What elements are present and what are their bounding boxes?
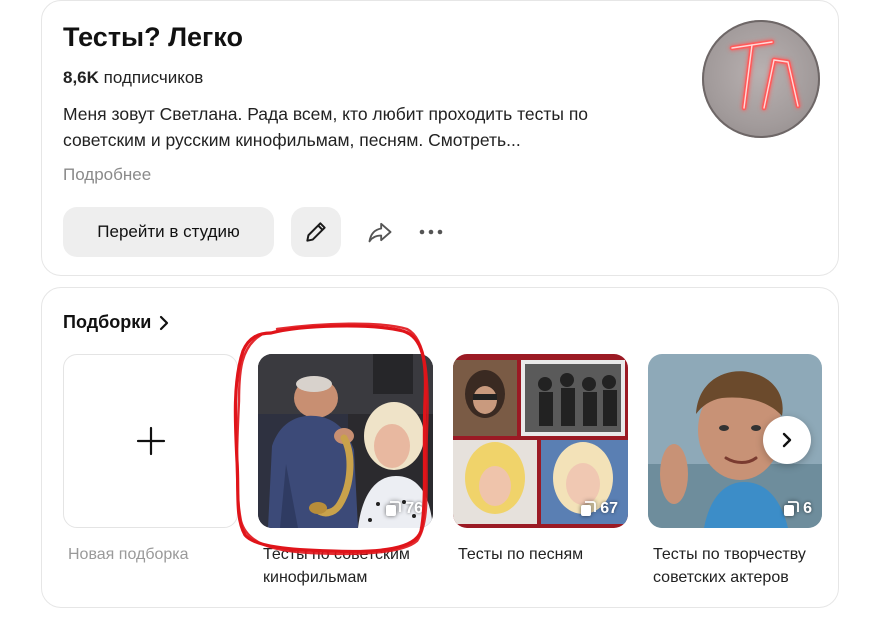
share-arrow-icon (368, 222, 392, 243)
count-badge: 67 (580, 500, 618, 518)
collection-thumb-songs[interactable]: 67 (453, 354, 628, 528)
new-collection-button[interactable] (63, 354, 238, 528)
more-dots-icon (419, 229, 443, 235)
avatar-logo (729, 39, 801, 111)
pencil-icon (306, 222, 326, 242)
collection-stack-icon (784, 501, 799, 516)
collection-label[interactable]: Тесты по советским кинофильмам (263, 543, 443, 589)
go-to-studio-button[interactable]: Перейти в студию (63, 207, 274, 257)
plus-icon (136, 426, 165, 456)
chevron-right-icon (782, 432, 792, 448)
collection-count: 76 (405, 500, 423, 517)
collection-label[interactable]: Тесты по песням (458, 543, 638, 566)
collections-card: Подборки Новая подборка 76 Тесты по сове… (41, 287, 839, 608)
chevron-right-icon (160, 315, 169, 330)
count-badge: 6 (783, 500, 812, 518)
new-collection-label: Новая подборка (68, 546, 189, 563)
collection-thumb-soviet-films[interactable]: 76 (258, 354, 433, 528)
channel-description: Меня зовут Светлана. Рада всем, кто люби… (63, 104, 589, 150)
channel-title: Тесты? Легко (63, 22, 243, 52)
avatar[interactable] (702, 20, 820, 138)
collections-title: Подборки (63, 312, 152, 332)
subscribers-line: 8,6K подписчиков (63, 68, 203, 88)
count-badge: 76 (385, 500, 423, 518)
share-button[interactable] (363, 215, 397, 249)
subscribers-count: 8,6K (63, 68, 99, 87)
collections-header-link[interactable]: Подборки (63, 312, 171, 333)
collection-label[interactable]: Тесты по творчеству советских актеров (653, 543, 833, 589)
more-details-link[interactable]: Подробнее (63, 165, 151, 185)
channel-profile-card: Тесты? Легко 8,6K подписчиков Меня зовут… (41, 0, 839, 276)
subscribers-word: подписчиков (103, 68, 204, 87)
collection-count: 6 (803, 500, 812, 517)
collection-count: 67 (600, 500, 618, 517)
carousel-next-button[interactable] (763, 416, 811, 464)
collection-stack-icon (581, 501, 597, 516)
more-options-button[interactable] (414, 215, 448, 249)
edit-button[interactable] (291, 207, 341, 257)
collection-stack-icon (386, 501, 402, 516)
